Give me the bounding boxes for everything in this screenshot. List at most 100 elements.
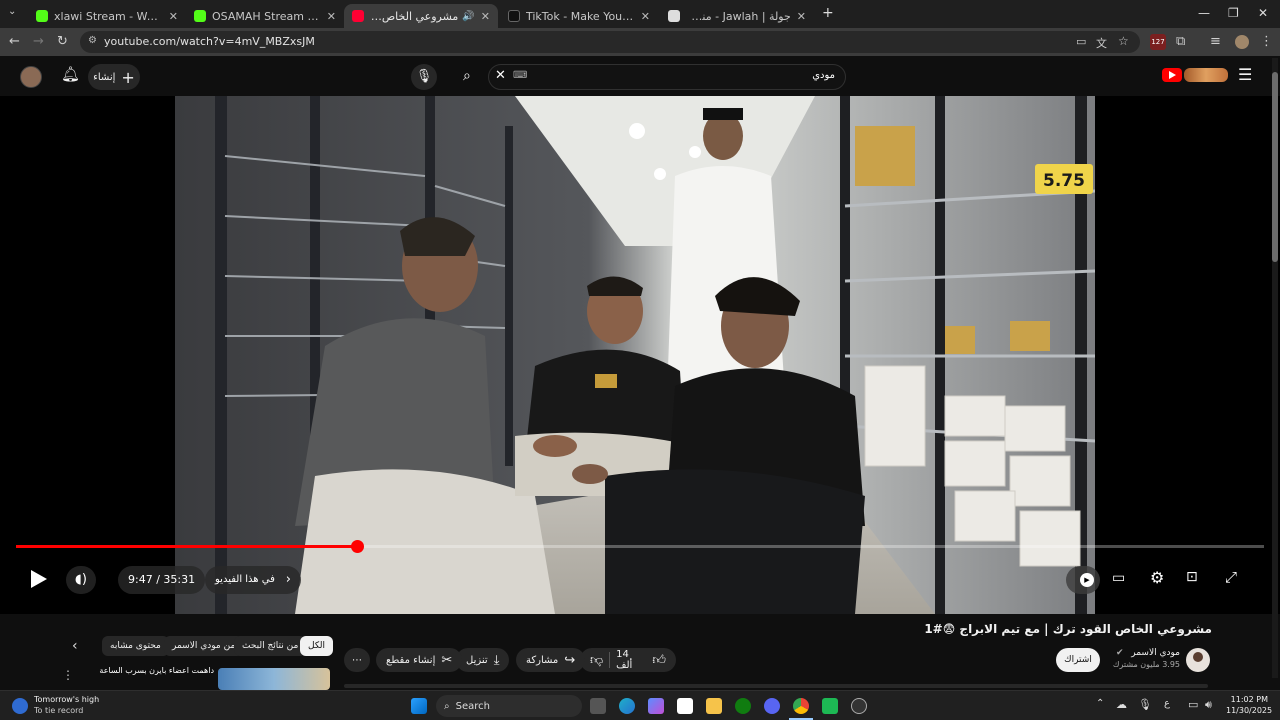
taskbar-clock[interactable]: 11:02 PM 11/30/2025	[1226, 694, 1272, 716]
chip-similar[interactable]: محتوى مشابه	[102, 636, 169, 656]
tab-search-icon[interactable]: ⌄	[8, 6, 16, 17]
description-box-edge[interactable]	[344, 684, 1208, 688]
close-tab-icon[interactable]: ✕	[481, 10, 490, 23]
video-player[interactable]: 5.75 ◖) 9:47 / 35:31 في هذا الفيديو › ▶ …	[0, 96, 1280, 614]
site-info-icon[interactable]: ⚙	[88, 35, 97, 46]
mic-icon[interactable]: 🎙︎	[1138, 698, 1152, 711]
dislike-icon[interactable]: 👎︎	[590, 653, 603, 668]
related-video-title[interactable]: داهمت اعضاء بايرن بسرب الساعة !!	[96, 666, 214, 675]
file-explorer-icon[interactable]	[706, 698, 722, 714]
chip-from-search[interactable]: من نتائج البحث	[234, 636, 307, 656]
weather-widget[interactable]: Tomorrow's high To tie record	[34, 694, 99, 716]
create-button[interactable]: إنشاء +	[88, 64, 140, 90]
clear-search-icon[interactable]: ✕	[495, 68, 506, 83]
search-icon: ⌕	[444, 700, 450, 712]
tab-youtube[interactable]: مشروعي الخاص القود ترك | 🔊 ✕	[344, 4, 498, 28]
youtube-logo-icon[interactable]	[1162, 68, 1182, 82]
tab-osamah[interactable]: OSAMAH Stream - Watch Live ✕	[186, 4, 344, 28]
close-tab-icon[interactable]: ✕	[169, 10, 178, 23]
autoplay-toggle[interactable]: ▶	[1066, 566, 1100, 594]
chip-from-channel[interactable]: من مودي الاسمر	[164, 636, 244, 656]
language-indicator[interactable]: ع	[1164, 698, 1170, 709]
obs-icon[interactable]	[851, 698, 867, 714]
keyboard-icon[interactable]: ⌨	[513, 70, 527, 81]
tray-overflow-icon[interactable]: ⌃	[1096, 698, 1104, 709]
play-button-icon[interactable]	[31, 570, 47, 588]
like-icon[interactable]: 👍︎	[652, 653, 666, 668]
page-scrollbar[interactable]	[1272, 58, 1278, 678]
guide-menu-icon[interactable]: ☰	[1238, 65, 1252, 84]
xbox-icon[interactable]	[735, 698, 751, 714]
network-icon[interactable]: ▭	[1188, 698, 1198, 711]
related-more-icon[interactable]: ⋮	[62, 668, 74, 682]
scrollbar-thumb[interactable]	[1272, 72, 1278, 262]
scrubber-handle[interactable]	[350, 540, 364, 553]
audio-playing-icon[interactable]: 🔊	[462, 11, 474, 22]
autoplay-play-icon: ▶	[1080, 573, 1094, 587]
back-icon[interactable]: ←	[9, 34, 20, 49]
forward-icon[interactable]: →	[33, 34, 44, 49]
subtitles-icon[interactable]: ▭	[1112, 570, 1125, 586]
discord-icon[interactable]	[764, 698, 780, 714]
new-tab-icon[interactable]: +	[822, 5, 834, 21]
fullscreen-icon[interactable]: ⤢	[1225, 568, 1237, 586]
cast-icon[interactable]: ▭	[1076, 35, 1086, 48]
extension-badge[interactable]: 127	[1150, 34, 1166, 50]
tab-jawlah[interactable]: جولة | Jawlah - منصة الألعاب الـ ✕	[660, 4, 814, 28]
channel-avatar[interactable]	[1186, 648, 1210, 672]
task-view-icon[interactable]	[590, 698, 606, 714]
app-icon[interactable]	[822, 698, 838, 714]
browser-menu-icon[interactable]: ⋮	[1260, 34, 1273, 49]
address-bar[interactable]: ⚙ youtube.com/watch?v=4mV_MBZxsJM ▭ 文 ☆	[80, 31, 1140, 53]
related-thumbnail[interactable]	[218, 668, 330, 690]
clip-button[interactable]: إنشاء مقطع ✂	[376, 648, 463, 672]
profile-avatar[interactable]	[1235, 35, 1249, 49]
like-count[interactable]: 14 ألف	[616, 649, 646, 671]
search-button-icon[interactable]: ⌕	[463, 68, 471, 84]
close-tab-icon[interactable]: ✕	[641, 10, 650, 23]
subscribe-button[interactable]: اشتراك	[1056, 648, 1100, 672]
weather-icon[interactable]	[12, 698, 28, 714]
extensions-puzzle-icon[interactable]: ⧉	[1176, 34, 1185, 49]
edge-icon[interactable]	[619, 698, 635, 714]
miniplayer-icon[interactable]: ⊡	[1186, 569, 1198, 585]
more-actions-button[interactable]: ⋯	[344, 648, 370, 672]
copilot-icon[interactable]	[648, 698, 664, 714]
chips-scroll-left-icon[interactable]: ‹	[72, 638, 78, 654]
windows-start-icon[interactable]	[411, 698, 427, 714]
bookmark-star-icon[interactable]: ☆	[1118, 34, 1129, 48]
translate-icon[interactable]: 文	[1096, 35, 1107, 51]
close-tab-icon[interactable]: ✕	[327, 10, 336, 23]
chapter-button[interactable]: في هذا الفيديو ›	[205, 566, 301, 594]
progress-bar[interactable]	[16, 540, 1264, 553]
price-sign-text: 5.75	[1043, 171, 1085, 191]
onedrive-icon[interactable]: ☁	[1116, 698, 1127, 711]
restore-icon[interactable]: ❐	[1228, 6, 1239, 20]
reload-icon[interactable]: ↻	[57, 34, 68, 49]
share-button[interactable]: مشاركة ↪	[516, 648, 586, 672]
chrome-icon[interactable]	[793, 698, 809, 714]
close-tab-icon[interactable]: ✕	[797, 10, 806, 23]
reading-list-icon[interactable]: ≡	[1210, 34, 1221, 49]
volume-icon[interactable]: ◖)	[66, 566, 96, 594]
weather-title: Tomorrow's high	[34, 695, 100, 704]
doodle-logo[interactable]	[1184, 68, 1228, 82]
settings-gear-icon[interactable]: ⚙	[1150, 568, 1164, 587]
store-icon[interactable]	[677, 698, 693, 714]
account-avatar[interactable]	[20, 66, 42, 88]
tab-xlawi[interactable]: xlawi Stream - Watch Live on K ✕	[28, 4, 186, 28]
youtube-icon	[352, 10, 364, 22]
video-title: مشروعي الخاص القود ترك | مع تيم الابراج …	[924, 622, 1212, 636]
chevron-right-icon: ›	[285, 572, 291, 587]
voice-search-mic-icon[interactable]: 🎙︎	[411, 64, 437, 90]
chip-all[interactable]: الكل	[300, 636, 334, 656]
close-window-icon[interactable]: ✕	[1258, 6, 1268, 20]
tab-tiktok[interactable]: TikTok - Make Your Day ✕	[500, 4, 658, 28]
minimize-icon[interactable]: —	[1198, 6, 1210, 20]
download-button[interactable]: تنزيل ⤓	[456, 648, 510, 672]
search-box[interactable]: ⌕ ✕ ⌨ مودي	[463, 64, 846, 90]
notifications-bell-icon[interactable]: 🔔︎	[61, 65, 80, 83]
speaker-icon[interactable]: 🔊︎	[1205, 698, 1212, 712]
search-input[interactable]: مودي	[812, 70, 835, 81]
taskbar-search[interactable]: ⌕ Search	[436, 695, 582, 717]
